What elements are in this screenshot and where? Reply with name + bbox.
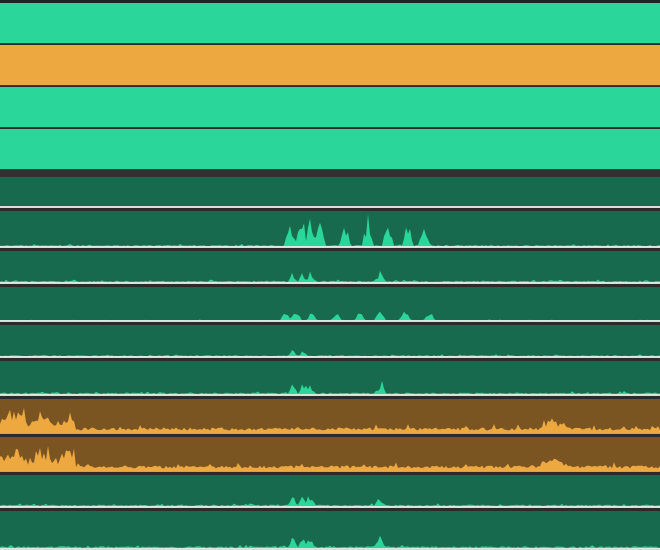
waveform-lane[interactable] xyxy=(0,177,660,208)
waveform-fill xyxy=(0,311,660,321)
lane-separator xyxy=(0,394,660,396)
waveform xyxy=(0,380,660,396)
waveform xyxy=(0,408,660,434)
waveform-fill xyxy=(0,270,660,283)
waveform xyxy=(0,350,660,358)
waveform-lane[interactable] xyxy=(0,251,660,284)
header-clip[interactable] xyxy=(0,129,660,170)
waveform xyxy=(0,206,660,208)
timeline-canvas xyxy=(0,0,660,550)
waveform-lane[interactable] xyxy=(0,287,660,322)
waveform-fill xyxy=(0,408,660,433)
waveform xyxy=(0,214,660,248)
waveform xyxy=(0,496,660,508)
waveform-fill xyxy=(0,496,660,507)
waveform-fill xyxy=(0,446,660,471)
waveform-lane[interactable] xyxy=(0,211,660,248)
waveform-fill xyxy=(0,350,660,357)
header-clip[interactable] xyxy=(0,87,660,128)
waveform-fill xyxy=(0,380,660,395)
lane-separator xyxy=(0,320,660,322)
lane-separator xyxy=(0,282,660,284)
waveform-lane[interactable] xyxy=(0,361,660,396)
header-clip-selected[interactable] xyxy=(0,45,660,86)
header-clip[interactable] xyxy=(0,3,660,44)
section-divider xyxy=(0,170,660,177)
waveform-lane[interactable] xyxy=(0,511,660,550)
waveform-lane[interactable] xyxy=(0,475,660,508)
lane-separator xyxy=(0,356,660,358)
waveform-lane[interactable] xyxy=(0,399,660,434)
top-border xyxy=(0,0,660,3)
waveform-fill xyxy=(0,535,660,549)
lane-separator xyxy=(0,470,660,472)
waveform-lane[interactable] xyxy=(0,325,660,358)
lane-separator xyxy=(0,506,660,508)
waveform xyxy=(0,270,660,284)
waveform-lane[interactable] xyxy=(0,437,660,472)
lane-separator xyxy=(0,246,660,248)
lane-separator xyxy=(0,206,660,208)
waveform-fill xyxy=(0,214,660,247)
lane-separator xyxy=(0,432,660,434)
waveform xyxy=(0,446,660,472)
waveform xyxy=(0,535,660,550)
waveform xyxy=(0,311,660,322)
